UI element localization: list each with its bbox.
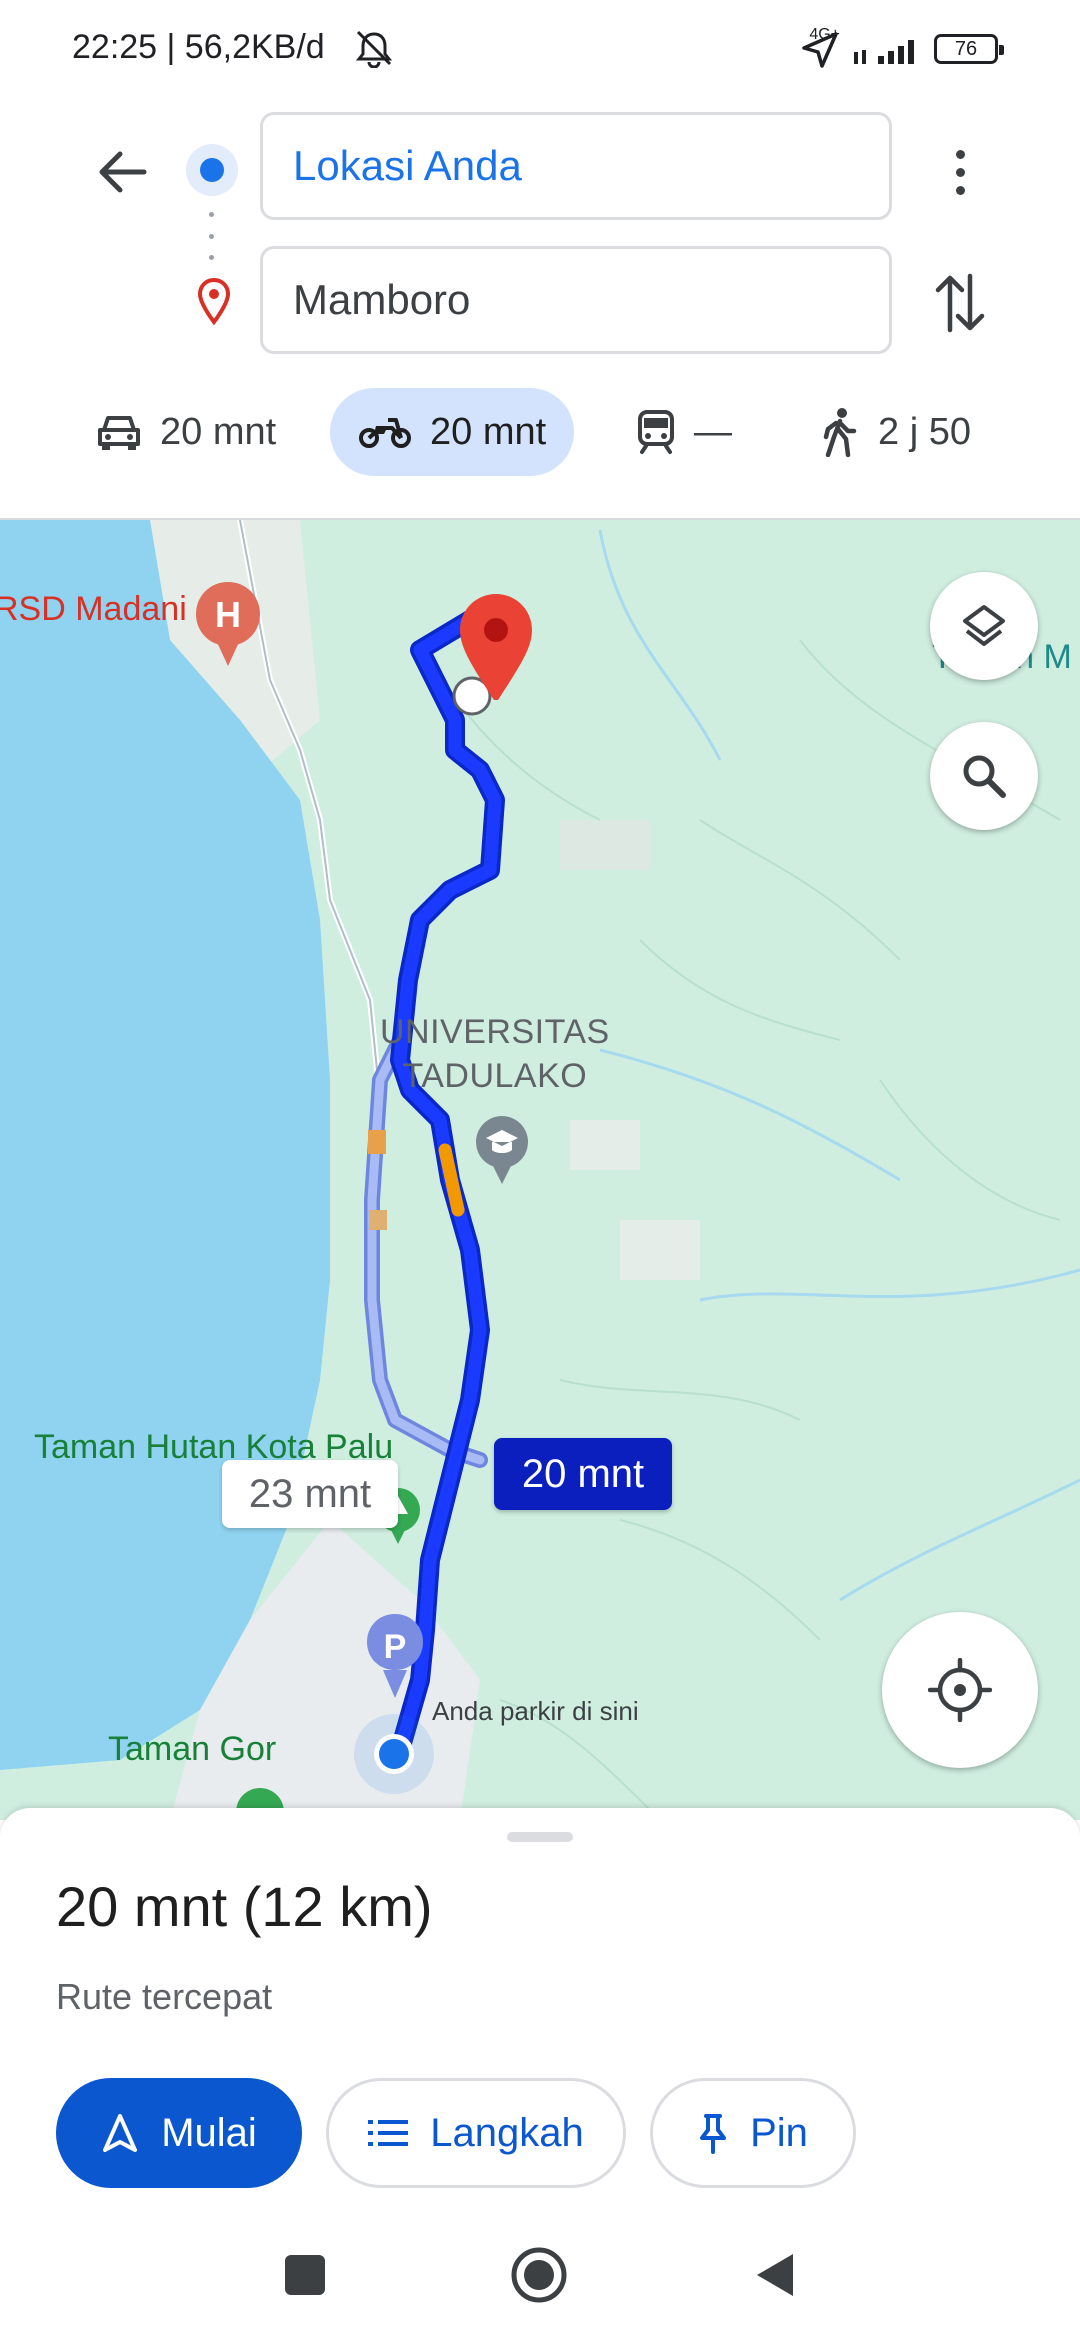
mode-car-label: 20 mnt [160,410,277,453]
navigation-arrow-icon [103,2114,138,2152]
alternate-route-chip[interactable]: 23 mnt [222,1460,398,1528]
network-type: 4G+ [809,26,840,43]
steps-button[interactable]: Langkah [326,2078,626,2188]
crosshair-icon [928,1658,992,1722]
mode-car[interactable]: 20 mnt [96,388,276,476]
mode-motorcycle-label: 20 mnt [430,410,547,453]
back-button[interactable] [90,140,154,204]
status-bar: 22:25 | 56,2KB/d 4G+ 76 [0,0,1080,100]
pushpin-icon [700,2114,727,2154]
svg-text:P: P [384,1628,407,1666]
steps-button-label: Langkah [430,2110,584,2155]
battery-icon: 76 [934,34,1004,64]
destination-pin-icon [197,277,231,326]
square-icon [285,2255,325,2295]
recents-button[interactable] [270,2240,340,2310]
triangle-back-icon [757,2254,793,2296]
route-subtitle: Rute tercepat [56,1976,273,2017]
signal-icon [854,40,914,64]
back-arrow-icon [99,151,147,193]
parked-here-label: Anda parkir di sini [432,1696,639,1726]
transit-icon [638,410,674,454]
search-icon [963,755,1006,798]
directions-header: Lokasi Anda Mamboro 20 mnt 20 mnt — 2 j … [0,100,1080,520]
travel-modes: 20 mnt 20 mnt — 2 j 50 [0,388,1080,484]
main-route-chip[interactable]: 20 mnt [494,1438,672,1510]
layers-button[interactable] [930,572,1038,680]
map-label-hospital[interactable]: RSD Madani [0,590,187,629]
back-nav-button[interactable] [740,2240,810,2310]
battery-level: 76 [954,37,978,60]
mode-transit[interactable]: — [636,388,732,476]
mode-motorcycle[interactable]: 20 mnt [330,388,575,476]
system-nav-bar [0,2210,1080,2340]
list-icon [368,2120,409,2146]
mode-walk[interactable]: 2 j 50 [820,388,971,476]
screen: 22:25 | 56,2KB/d 4G+ 76 Lokasi Anda Mamb… [0,0,1080,2340]
start-button-label: Mulai [161,2110,257,2155]
home-circle-icon [511,2247,567,2303]
mode-walk-label: 2 j 50 [878,410,971,453]
map-label-university[interactable]: UNIVERSITAS TADULAKO [380,1010,610,1098]
home-button[interactable] [504,2240,574,2310]
walk-icon [823,408,857,457]
map-label-park-bottom[interactable]: Taman Gor [108,1730,276,1769]
origin-input[interactable]: Lokasi Anda [260,112,892,220]
route-summary: 20 mnt (12 km) [56,1875,433,1938]
my-location-button[interactable] [882,1612,1038,1768]
pin-button-label: Pin [750,2110,808,2155]
svg-text:H: H [215,594,241,635]
sheet-drag-handle[interactable] [507,1832,573,1842]
status-time: 22:25 | 56,2KB/d [72,28,325,66]
more-options-button[interactable] [940,140,980,204]
start-button[interactable]: Mulai [56,2078,302,2188]
layers-icon [963,605,1005,646]
mute-bell-icon [355,30,393,68]
swap-direction-button[interactable] [930,268,990,338]
map-search-button[interactable] [930,722,1038,830]
origin-dot-icon [186,144,238,196]
route-map[interactable]: P H RSD Madani Taman M UNIVERSITAS TADUL… [0,520,1080,1820]
pin-button[interactable]: Pin [650,2078,856,2188]
route-connector-icon [209,212,215,260]
mode-transit-label: — [694,410,732,453]
destination-input[interactable]: Mamboro [260,246,892,354]
motorcycle-icon [359,418,411,448]
car-icon [98,416,140,450]
